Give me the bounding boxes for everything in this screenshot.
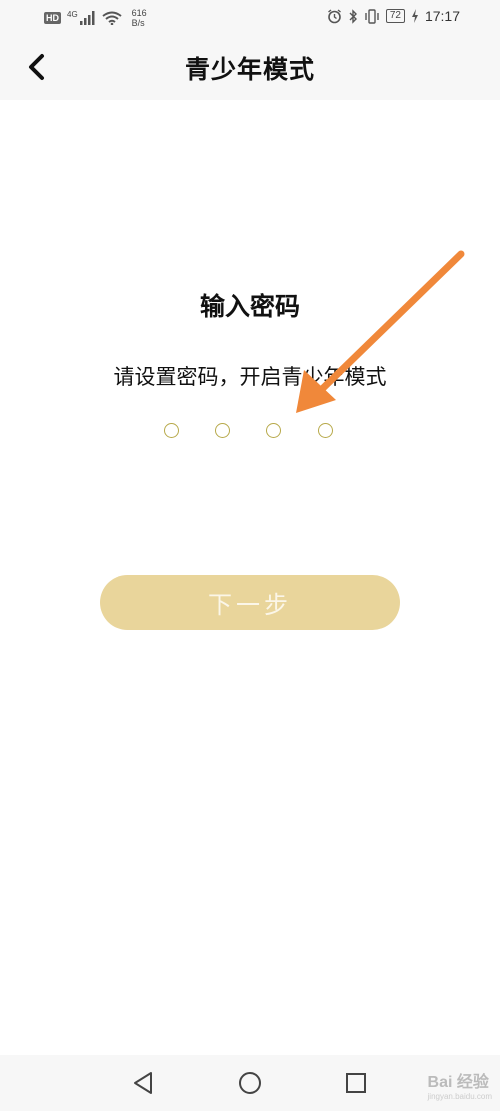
pin-dot[interactable] — [266, 423, 281, 438]
status-right: 72 17:17 — [327, 8, 460, 24]
pin-dot[interactable] — [164, 423, 179, 438]
vibrate-icon — [365, 8, 379, 24]
watermark-subtext: jingyan.baidu.com — [427, 1092, 492, 1101]
network-type: 4G — [67, 9, 78, 19]
pin-dot[interactable] — [318, 423, 333, 438]
watermark-text: Bai 经验 — [427, 1074, 489, 1091]
square-recents-icon[interactable] — [342, 1069, 370, 1097]
annotation-arrow — [296, 250, 465, 413]
hd-badge: HD — [44, 12, 61, 24]
title-bar: 青少年模式 — [0, 36, 500, 100]
status-bar: HD 4G 616 B/s 72 17:17 — [0, 0, 500, 36]
net-speed-value: 616 — [131, 8, 147, 18]
triangle-back-icon[interactable] — [130, 1069, 158, 1097]
status-left: HD 4G 616 B/s — [44, 8, 147, 28]
pin-dot[interactable] — [215, 423, 230, 438]
baidu-watermark: Bai 经验 jingyan.baidu.com — [428, 1068, 492, 1101]
net-speed: 616 B/s — [132, 8, 147, 28]
clock: 17:17 — [424, 8, 460, 24]
net-speed-unit: B/s — [131, 18, 145, 28]
battery-indicator: 72 — [385, 9, 405, 23]
wifi-icon — [102, 11, 122, 25]
signal-icon — [79, 11, 95, 25]
pin-input[interactable] — [164, 423, 344, 443]
bluetooth-icon — [349, 8, 357, 24]
page-title: 青少年模式 — [184, 55, 315, 84]
alarm-icon — [327, 8, 341, 23]
password-instruction: 请设置密码，开启青少年模式 — [113, 365, 387, 389]
circle-home-icon[interactable] — [236, 1069, 264, 1097]
system-nav-bar — [0, 1055, 500, 1111]
password-heading: 输入密码 — [199, 292, 300, 321]
charging-icon — [411, 9, 418, 23]
next-step-button[interactable]: 下一步 — [100, 575, 400, 630]
